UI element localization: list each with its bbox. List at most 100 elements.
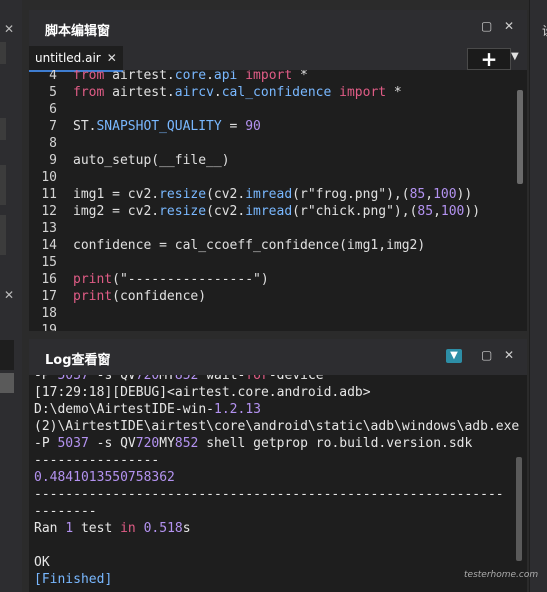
log-line: Ran 1 test in 0.518s (34, 520, 191, 537)
code-token: aircv (174, 85, 214, 100)
close-icon[interactable]: ✕ (504, 19, 514, 33)
log-viewer-panel: Log查看窗 ▼ ▢ ✕ [Finished] OK Ran 1 test in 0… (29, 339, 527, 592)
code-text: img1 = cv2.resize(cv2.imread(r"frog.png"… (73, 186, 472, 203)
code-token: (cv2. (206, 204, 246, 219)
file-tab[interactable]: untitled.air ✕ (29, 46, 123, 72)
code-token: Ran (34, 521, 66, 536)
editor-scrollbar[interactable] (517, 90, 523, 184)
code-token: * (292, 70, 308, 83)
code-token: test (73, 521, 121, 536)
left-panel-close-icon-2[interactable]: ✕ (4, 288, 14, 302)
code-token: 1.2.13 (214, 402, 261, 417)
code-token: ("----------------") (112, 272, 269, 287)
code-token: MY (159, 375, 175, 383)
code-token: (r"frog.png"),( (292, 187, 410, 202)
left-panel-item[interactable] (0, 340, 14, 370)
left-panel-fragment (0, 118, 6, 140)
code-token: airtest. (104, 85, 175, 100)
code-token: 852 (174, 375, 199, 383)
left-panel-fragment (0, 165, 6, 205)
filter-icon[interactable]: ▼ (446, 349, 462, 363)
line-number: 11 (41, 187, 57, 202)
code-token: -P (34, 436, 58, 451)
line-number: 10 (41, 170, 57, 185)
code-token: resize (159, 187, 207, 202)
code-token: confidence = cal_ccoeff_confidence(img1,… (73, 238, 426, 253)
code-token: 720 (135, 375, 160, 383)
code-token: from (73, 70, 105, 83)
code-text: from airtest.aircv.cal_confidence import… (73, 84, 402, 101)
code-token: for (245, 375, 269, 383)
chevron-down-icon[interactable]: ▼ (511, 51, 519, 62)
log-line: OK (34, 554, 50, 571)
log-output[interactable]: [Finished] OK Ran 1 test in 0.518s --------… (29, 375, 527, 592)
new-script-button[interactable]: + (467, 48, 511, 70)
code-token: api (213, 70, 238, 83)
line-number: 13 (41, 221, 57, 236)
code-token: 720 (135, 436, 160, 451)
code-text: ST.SNAPSHOT_QUALITY = 90 (73, 118, 261, 135)
log-line: -------- (34, 503, 97, 520)
code-token: 100 (433, 187, 457, 202)
code-token: 852 (174, 436, 199, 451)
code-token: D:\demo\AirtestIDE-win- (34, 402, 215, 417)
code-token: 5037 (57, 436, 89, 451)
code-token: 85 (417, 204, 434, 219)
editor-tab-bar: untitled.air ✕ + ▼ (29, 46, 527, 72)
code-text: auto_setup(__file__) (73, 152, 230, 169)
code-token: ST. (73, 119, 97, 134)
line-number: 12 (41, 204, 57, 219)
code-token: from (73, 85, 105, 100)
left-panel-item-selected[interactable] (0, 373, 14, 393)
code-token: auto_setup(__file__) (73, 153, 230, 168)
left-panel-fragment (0, 42, 6, 64)
code-token: print (73, 272, 113, 287)
log-line: ---------------- (34, 452, 159, 469)
log-line: 0.4841013550758362 (34, 469, 175, 486)
left-panel-fragment (0, 215, 6, 255)
watermark: testerhome.com (464, 570, 539, 580)
file-tab-label: untitled.air (35, 51, 101, 65)
code-token: imread (245, 204, 293, 219)
editor-panel-title: 脚本编辑窗 (45, 24, 111, 39)
code-text: confidence = cal_ccoeff_confidence(img1,… (73, 237, 425, 254)
log-scrollbar[interactable] (516, 457, 522, 561)
line-number: 15 (41, 255, 57, 270)
code-token: (confidence) (112, 289, 207, 304)
line-number: 19 (41, 323, 57, 331)
code-token: wait- (198, 375, 246, 383)
code-token: core (174, 70, 207, 83)
line-number: 16 (41, 272, 57, 287)
code-token: MY (159, 436, 175, 451)
code-token: 1 (65, 521, 74, 536)
code-token: import (339, 85, 387, 100)
log-line: [Finished] (34, 571, 112, 588)
code-token: resize (159, 204, 207, 219)
log-panel-title: Log查看窗 (45, 353, 111, 368)
close-icon[interactable]: ✕ (504, 348, 514, 362)
script-editor-panel: 脚本编辑窗 ▢ ✕ untitled.air ✕ + ▼ 19 18 17 print(… (29, 10, 527, 331)
code-token: (r"chick.png"),( (292, 204, 418, 219)
line-number: 17 (41, 289, 57, 304)
code-text: print("----------------") (73, 271, 269, 288)
code-token: * (386, 85, 402, 100)
log-line: (2)\AirtestIDE\airtest\core\android\stat… (34, 418, 519, 435)
code-token: (cv2. (206, 187, 246, 202)
code-token: imread (245, 187, 293, 202)
line-number: 8 (49, 136, 57, 151)
line-number: 14 (41, 238, 57, 253)
maximize-icon[interactable]: ▢ (481, 348, 492, 362)
code-token: img2 = cv2. (73, 204, 160, 219)
code-token: in (120, 521, 136, 536)
right-panel-tab[interactable]: 设 (542, 22, 547, 39)
code-editor[interactable]: 19 18 17 print(confidence) 16 print("--------… (29, 70, 527, 331)
maximize-icon[interactable]: ▢ (481, 19, 492, 33)
line-number: 7 (49, 119, 57, 134)
line-number: 9 (49, 153, 57, 168)
line-number: 6 (49, 102, 57, 117)
code-token: OK (34, 555, 50, 570)
file-tab-close-icon[interactable]: ✕ (107, 51, 117, 65)
code-token: import (245, 70, 293, 83)
code-token: print (73, 289, 113, 304)
left-panel-close-icon[interactable]: ✕ (4, 22, 14, 36)
